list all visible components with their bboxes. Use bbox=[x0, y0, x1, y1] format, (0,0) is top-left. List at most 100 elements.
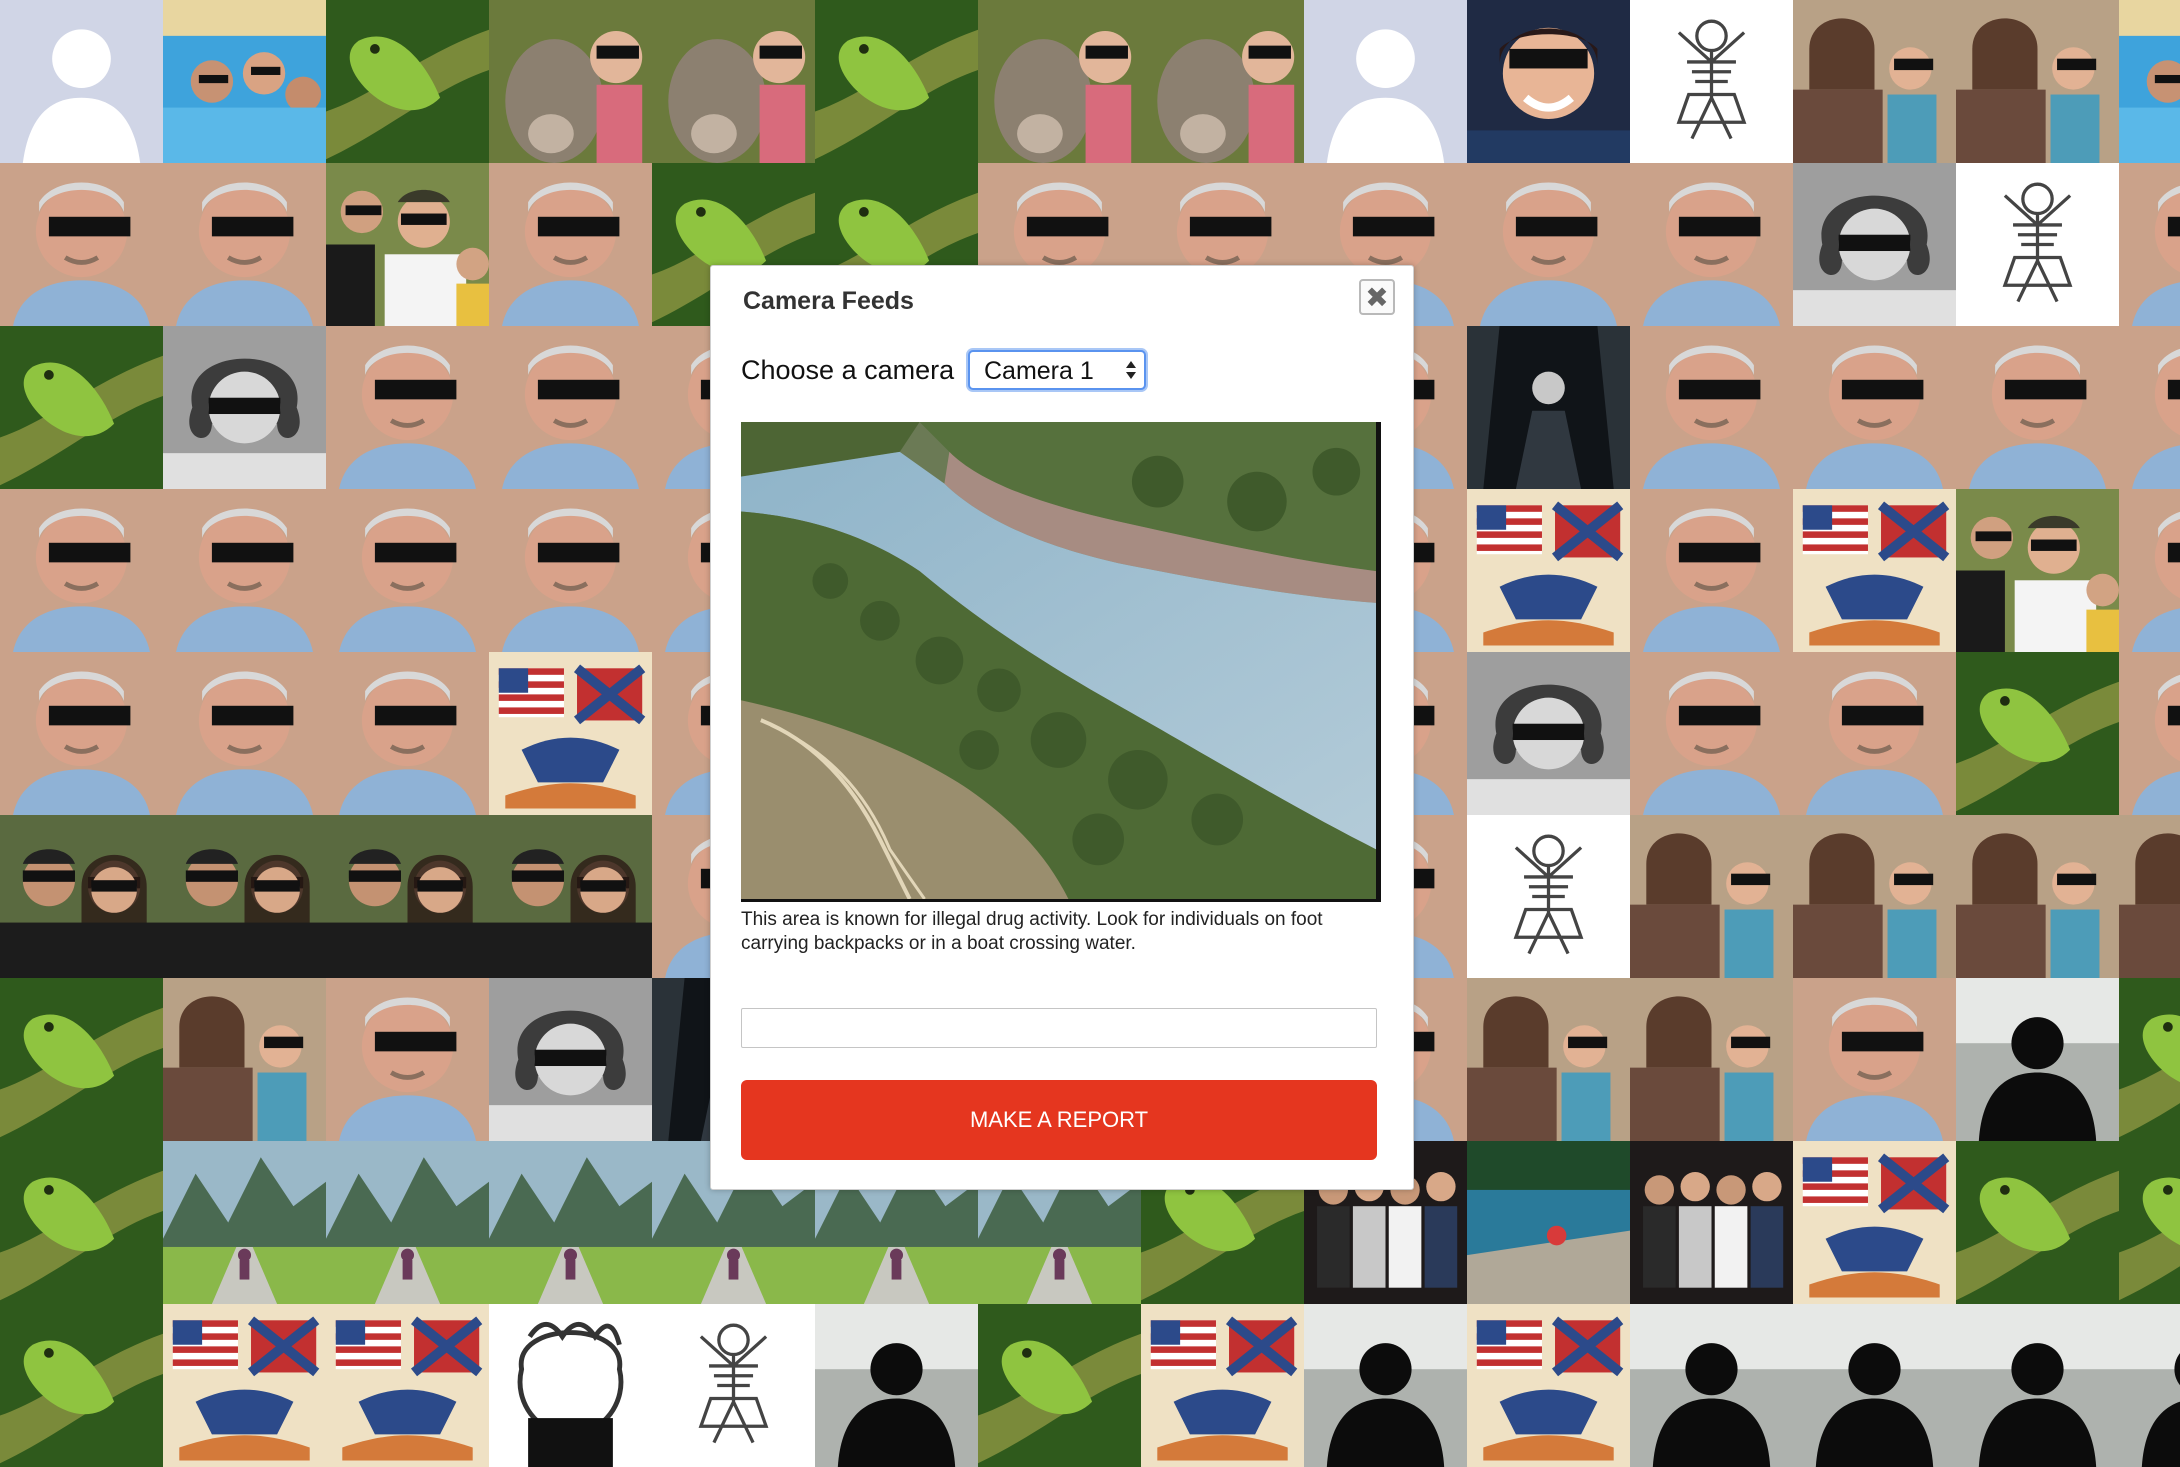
mosaic-tile-iguana bbox=[0, 1304, 163, 1467]
mosaic-tile-valley bbox=[489, 1141, 652, 1304]
mosaic-tile-iguana bbox=[2119, 1141, 2180, 1304]
mosaic-tile-dark-silhouette bbox=[1793, 1304, 1956, 1467]
mosaic-tile-flags bbox=[1793, 1141, 1956, 1304]
camera-select[interactable]: Camera 1 bbox=[968, 350, 1146, 390]
choose-camera-label: Choose a camera bbox=[741, 355, 955, 385]
mosaic-tile-couple bbox=[326, 815, 489, 978]
mosaic-tile-lake bbox=[1467, 1141, 1630, 1304]
mosaic-tile-silhouette bbox=[0, 0, 163, 163]
mosaic-tile-flags bbox=[1467, 1304, 1630, 1467]
mosaic-tile-dark-silhouette bbox=[2119, 1304, 2180, 1467]
mosaic-tile-man bbox=[1630, 163, 1793, 326]
mosaic-tile-couple bbox=[489, 815, 652, 978]
mosaic-tile-skeleton bbox=[652, 1304, 815, 1467]
mosaic-tile-sketch-head bbox=[489, 1304, 652, 1467]
mosaic-tile-man bbox=[2119, 163, 2180, 326]
mosaic-tile-flags bbox=[326, 1304, 489, 1467]
mosaic-tile-man bbox=[2119, 489, 2180, 652]
camera-select-value: Camera 1 bbox=[984, 357, 1094, 385]
camera-feed-image bbox=[741, 422, 1381, 902]
mosaic-tile-iguana bbox=[1956, 652, 2119, 815]
mosaic-tile-flags bbox=[1467, 489, 1630, 652]
mosaic-tile-mother-child bbox=[1793, 815, 1956, 978]
mosaic-tile-dad-kids bbox=[1956, 489, 2119, 652]
camera-feeds-dialog: Camera Feeds ✖ Choose a camera Camera 1 bbox=[710, 265, 1414, 1190]
mosaic-tile-man bbox=[326, 326, 489, 489]
mosaic-tile-man bbox=[2119, 326, 2180, 489]
mosaic-tile-old-girl bbox=[489, 978, 652, 1141]
mosaic-tile-old-girl bbox=[1793, 163, 1956, 326]
mosaic-tile-mother-child bbox=[1956, 0, 2119, 163]
mosaic-tile-skeleton bbox=[1956, 163, 2119, 326]
mosaic-tile-man bbox=[326, 978, 489, 1141]
mosaic-tile-man bbox=[1793, 652, 1956, 815]
mosaic-tile-valley bbox=[326, 1141, 489, 1304]
mosaic-tile-iguana bbox=[2119, 978, 2180, 1141]
mosaic-tile-mother-child bbox=[1956, 815, 2119, 978]
mosaic-tile-valley bbox=[163, 1141, 326, 1304]
select-arrows-icon bbox=[1126, 361, 1136, 379]
mosaic-tile-man bbox=[1793, 978, 1956, 1141]
mosaic-tile-dark-silhouette bbox=[815, 1304, 978, 1467]
mosaic-tile-man bbox=[1467, 163, 1630, 326]
mosaic-tile-flags bbox=[163, 1304, 326, 1467]
mosaic-tile-mother-child bbox=[1793, 0, 1956, 163]
mosaic-tile-donkey bbox=[652, 0, 815, 163]
mosaic-tile-donkey bbox=[489, 0, 652, 163]
mosaic-tile-old-girl bbox=[1467, 652, 1630, 815]
close-button[interactable]: ✖ bbox=[1359, 279, 1395, 315]
mosaic-tile-man bbox=[163, 652, 326, 815]
mosaic-tile-man bbox=[1956, 326, 2119, 489]
mosaic-tile-man bbox=[1630, 489, 1793, 652]
report-text-input[interactable] bbox=[741, 1008, 1377, 1048]
mosaic-tile-man bbox=[163, 489, 326, 652]
mosaic-tile-dark-silhouette bbox=[1956, 1304, 2119, 1467]
mosaic-tile-iguana bbox=[815, 0, 978, 163]
mosaic-tile-skeleton bbox=[1630, 0, 1793, 163]
mosaic-tile-skeleton bbox=[1467, 815, 1630, 978]
mosaic-tile-couple bbox=[163, 815, 326, 978]
mosaic-tile-iguana bbox=[326, 0, 489, 163]
mosaic-tile-flags bbox=[489, 652, 652, 815]
mosaic-tile-boy bbox=[1467, 0, 1630, 163]
mosaic-tile-man bbox=[489, 489, 652, 652]
make-report-button[interactable]: MAKE A REPORT bbox=[741, 1080, 1377, 1160]
mosaic-tile-flags bbox=[1141, 1304, 1304, 1467]
mosaic-tile-dark-silhouette bbox=[1956, 978, 2119, 1141]
mosaic-tile-man bbox=[326, 652, 489, 815]
mosaic-tile-pool bbox=[2119, 0, 2180, 163]
mosaic-tile-mother-child bbox=[1467, 978, 1630, 1141]
mosaic-tile-man bbox=[0, 163, 163, 326]
mosaic-tile-silhouette bbox=[1304, 0, 1467, 163]
mosaic-tile-man bbox=[163, 163, 326, 326]
mosaic-tile-iguana bbox=[0, 1141, 163, 1304]
mosaic-tile-iguana bbox=[978, 1304, 1141, 1467]
feed-description: This area is known for illegal drug acti… bbox=[741, 909, 1323, 954]
mosaic-tile-dad-kids bbox=[326, 163, 489, 326]
mosaic-tile-man bbox=[489, 326, 652, 489]
mosaic-tile-mother-child bbox=[163, 978, 326, 1141]
mosaic-tile-old-girl bbox=[163, 326, 326, 489]
close-icon: ✖ bbox=[1365, 280, 1389, 314]
mosaic-tile-mother-child bbox=[2119, 815, 2180, 978]
mosaic-tile-man bbox=[326, 489, 489, 652]
mosaic-tile-dark-silhouette bbox=[1630, 1304, 1793, 1467]
mosaic-tile-iguana bbox=[0, 978, 163, 1141]
mosaic-tile-flags bbox=[1793, 489, 1956, 652]
mosaic-tile-group bbox=[1630, 1141, 1793, 1304]
mosaic-tile-mother-child bbox=[1630, 815, 1793, 978]
mosaic-tile-dark-silhouette bbox=[1304, 1304, 1467, 1467]
mosaic-tile-man bbox=[1630, 326, 1793, 489]
mosaic-tile-man bbox=[0, 652, 163, 815]
mosaic-tile-mother-child bbox=[1630, 978, 1793, 1141]
mosaic-tile-donkey bbox=[1141, 0, 1304, 163]
mosaic-tile-iguana bbox=[0, 326, 163, 489]
mosaic-tile-man bbox=[0, 489, 163, 652]
mosaic-tile-dark-figure bbox=[1467, 326, 1630, 489]
mosaic-tile-pool bbox=[163, 0, 326, 163]
mosaic-tile-man bbox=[1630, 652, 1793, 815]
mosaic-tile-iguana bbox=[1956, 1141, 2119, 1304]
mosaic-tile-man bbox=[489, 163, 652, 326]
mosaic-tile-man bbox=[2119, 652, 2180, 815]
dialog-title: Camera Feeds bbox=[743, 287, 914, 315]
